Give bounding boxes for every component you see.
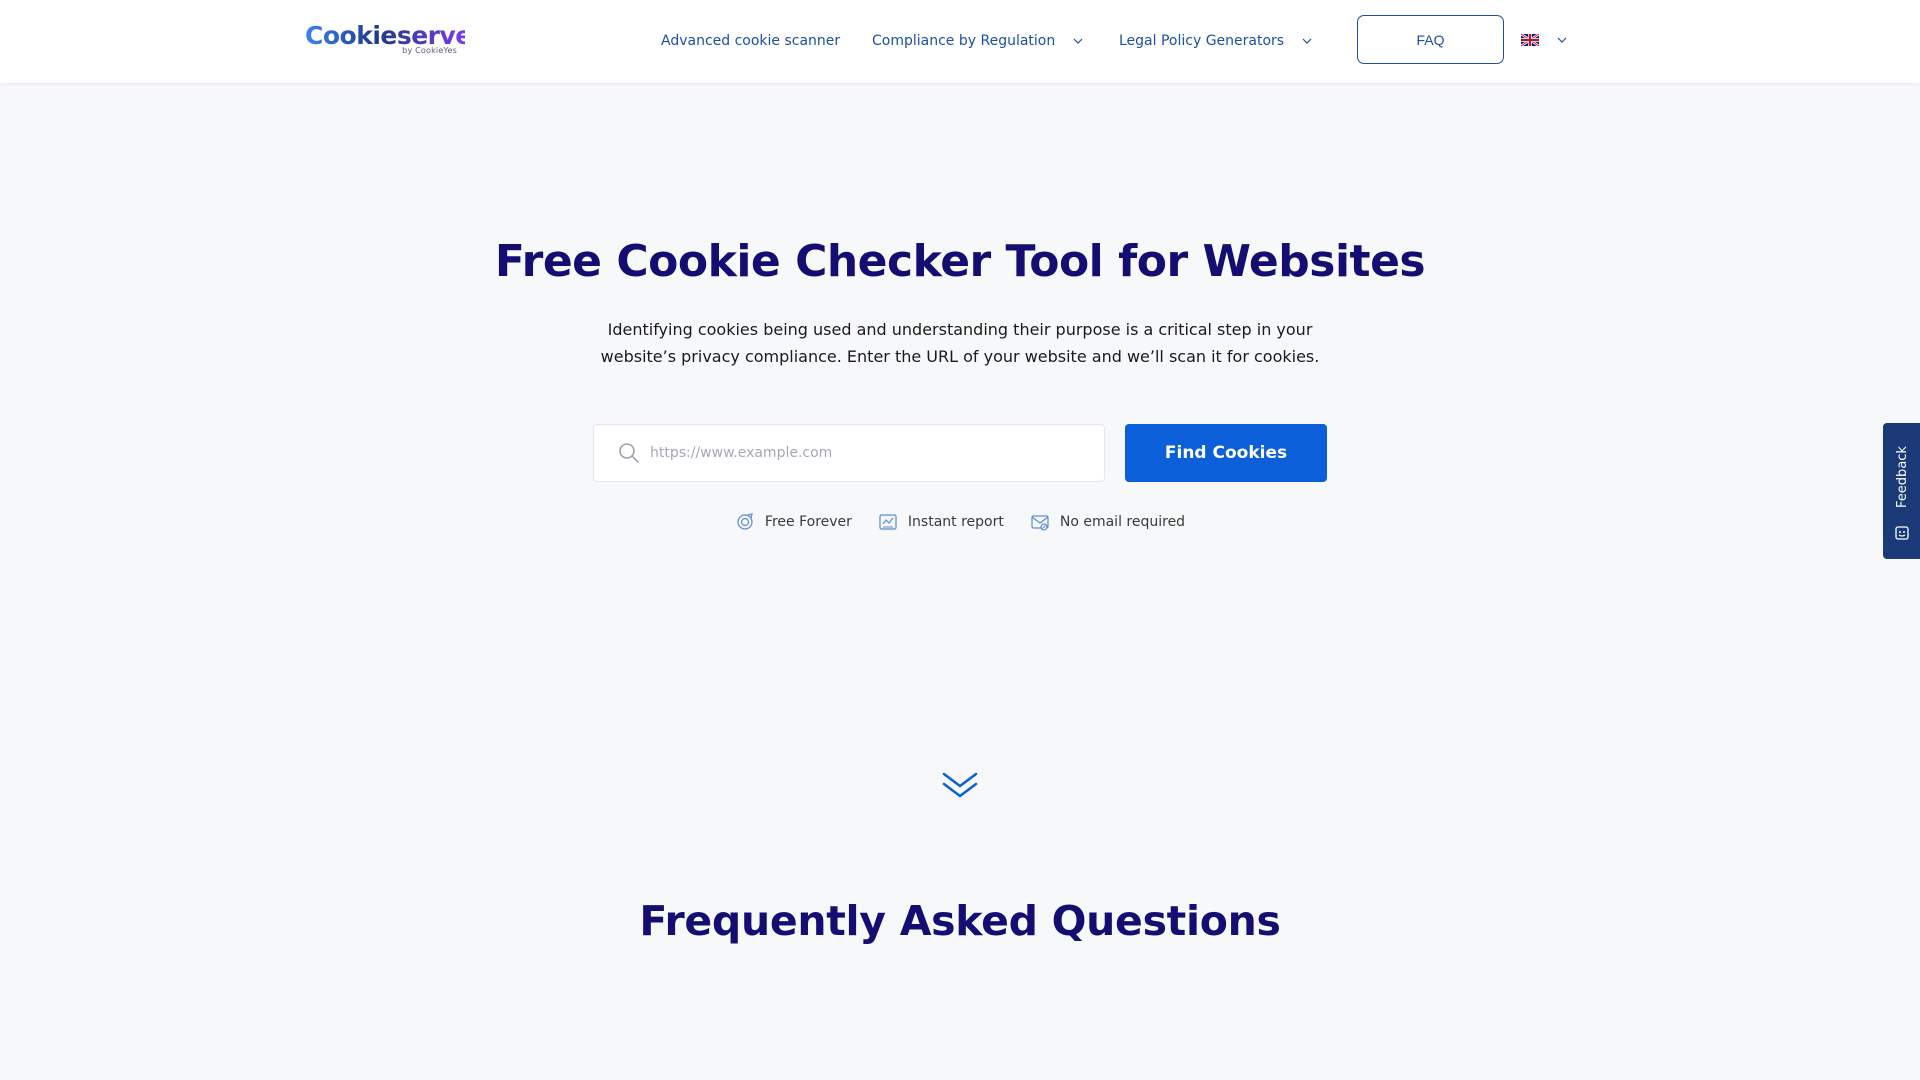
double-chevron-down-icon[interactable] (940, 770, 980, 804)
chevron-down-icon (1073, 38, 1083, 44)
feature-label: Instant report (907, 514, 1004, 530)
find-cookies-button[interactable]: Find Cookies (1125, 424, 1327, 482)
feedback-label: Feedback (1894, 446, 1909, 508)
url-input[interactable] (650, 438, 1070, 468)
email-icon (1031, 515, 1049, 531)
hero-title: Free Cookie Checker Tool for Websites (494, 236, 1426, 287)
language-selector[interactable] (1521, 31, 1567, 49)
search-icon (619, 443, 639, 463)
feature-label: No email required (1059, 514, 1186, 530)
feature-no-email: No email required (1030, 512, 1185, 532)
chevron-down-icon (1557, 37, 1567, 43)
nav-compliance-by-regulation[interactable]: Compliance by Regulation (872, 30, 1083, 52)
chevron-down-icon (1302, 38, 1312, 44)
nav-label: Legal Policy Generators (1119, 33, 1285, 49)
faq-section-title: Frequently Asked Questions (639, 897, 1281, 945)
report-icon (879, 514, 897, 530)
url-search-box (593, 424, 1105, 482)
uk-flag-icon (1521, 34, 1539, 46)
faq-button[interactable]: FAQ (1357, 15, 1504, 64)
nav-label: Advanced cookie scanner (661, 33, 841, 49)
badge-icon (737, 513, 753, 530)
logo-byline: by CookieYes (402, 46, 457, 55)
site-header: Cookieserve by CookieYes Advanced cookie… (0, 0, 1920, 83)
feedback-icon (1894, 526, 1909, 540)
nav-advanced-cookie-scanner[interactable]: Advanced cookie scanner (661, 30, 840, 52)
nav-label: Compliance by Regulation (872, 33, 1056, 49)
cookieserve-logo[interactable]: Cookieserve by CookieYes (305, 22, 472, 62)
feature-instant-report: Instant report (878, 512, 1004, 532)
feedback-tab[interactable]: Feedback (1883, 423, 1920, 559)
feature-free-forever: Free Forever (735, 512, 852, 532)
feature-list: Free Forever Instant report No email req… (0, 512, 1920, 532)
nav-legal-policy-generators[interactable]: Legal Policy Generators (1119, 30, 1312, 52)
hero-description: Identifying cookies being used and under… (600, 320, 1320, 366)
feature-label: Free Forever (764, 514, 852, 530)
